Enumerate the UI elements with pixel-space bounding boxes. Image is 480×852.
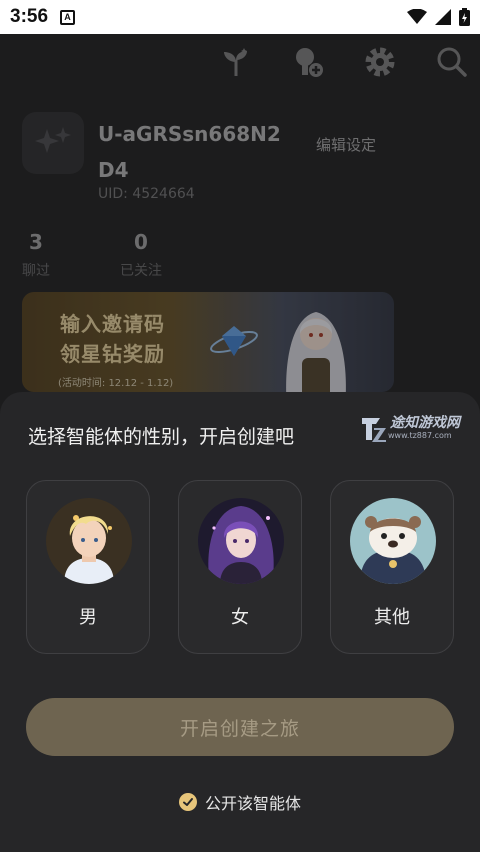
gender-option-female[interactable]: 女 [178, 480, 302, 654]
public-toggle-label: 公开该智能体 [204, 794, 301, 813]
option-label: 其他 [374, 607, 410, 628]
checkmark-icon[interactable] [178, 793, 197, 811]
status-time: 3:56 [10, 6, 49, 27]
gender-options: 男 女 其他 [26, 480, 454, 654]
option-label: 女 [231, 607, 249, 628]
watermark-logo-icon [362, 418, 386, 442]
signal-icon [435, 9, 451, 25]
battery-charging-icon [459, 8, 470, 26]
watermark-name: 途知游戏网 [390, 415, 460, 431]
female-avatar [198, 498, 284, 584]
other-avatar [350, 498, 436, 584]
gender-option-male[interactable]: 男 [26, 480, 150, 654]
option-label: 男 [79, 607, 97, 628]
watermark: 途知游戏网 www.tz887.com [360, 412, 470, 446]
wifi-icon [407, 9, 427, 24]
public-toggle[interactable]: 公开该智能体 [0, 790, 480, 814]
watermark-url: www.tz887.com [388, 431, 452, 440]
male-avatar [46, 498, 132, 584]
start-creation-button[interactable]: 开启创建之旅 [26, 698, 454, 756]
notification-badge-icon: A [60, 9, 76, 25]
gender-option-other[interactable]: 其他 [330, 480, 454, 654]
screen: 3:56 A U-aGRSsn668N2D4 UID: 4524664 编辑设定… [0, 0, 480, 852]
create-agent-sheet: 选择智能体的性别，开启创建吧 途知游戏网 www.tz887.com 男 女 其… [0, 392, 480, 852]
status-bar: 3:56 A [0, 0, 480, 34]
status-indicators [407, 8, 470, 26]
sheet-title: 选择智能体的性别，开启创建吧 [28, 426, 295, 448]
